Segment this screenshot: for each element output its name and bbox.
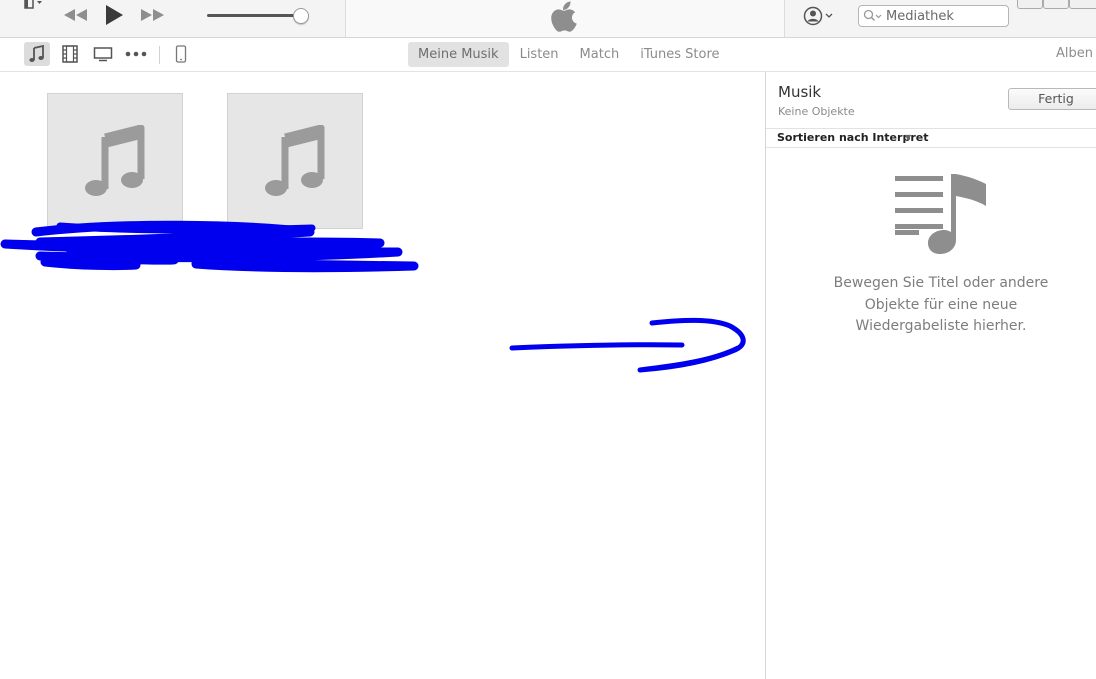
apple-logo-icon xyxy=(551,1,579,32)
panel-subtitle: Keine Objekte xyxy=(778,105,855,118)
music-note-placeholder-icon xyxy=(265,125,325,196)
navigation-bar: Meine Musik Listen Match iTunes Store Al… xyxy=(0,38,1096,72)
volume-slider[interactable] xyxy=(207,8,311,24)
playlist-music-icon xyxy=(894,172,990,256)
search-input[interactable] xyxy=(886,7,1004,25)
toolbar-divider xyxy=(159,46,160,64)
tab-match[interactable]: Match xyxy=(570,42,630,67)
view-selector[interactable]: Alben xyxy=(1056,46,1093,61)
volume-track[interactable] xyxy=(207,14,303,17)
volume-knob[interactable] xyxy=(293,8,309,24)
rewind-icon xyxy=(64,9,87,21)
player-toolbar xyxy=(0,0,1096,38)
album-tile[interactable] xyxy=(227,93,363,229)
movie-film-icon xyxy=(62,45,78,63)
account-button[interactable] xyxy=(803,5,837,27)
movies-media-button[interactable] xyxy=(57,42,83,66)
window-close-button[interactable] xyxy=(1069,0,1096,9)
play-icon xyxy=(106,5,123,25)
music-note-icon xyxy=(29,45,44,62)
fast-forward-button[interactable] xyxy=(138,2,166,28)
rewind-button[interactable] xyxy=(62,2,90,28)
done-button[interactable]: Fertig xyxy=(1008,88,1096,110)
device-button[interactable] xyxy=(168,42,194,66)
library-menu-icon[interactable] xyxy=(24,0,46,10)
empty-playlist-message: Bewegen Sie Titel oder andere Objekte fü… xyxy=(833,275,1049,334)
fast-forward-icon xyxy=(141,9,164,21)
playlist-editor-panel: Musik Keine Objekte Fertig Sortieren nac… xyxy=(765,72,1096,679)
album-grid xyxy=(26,72,765,679)
window-edge xyxy=(0,72,26,679)
search-icon xyxy=(863,9,882,22)
play-button[interactable] xyxy=(100,2,128,28)
search-box[interactable] xyxy=(858,5,1009,27)
window-maximize-button[interactable] xyxy=(1043,0,1069,9)
tv-media-button[interactable] xyxy=(90,42,116,66)
music-media-button[interactable] xyxy=(24,42,50,66)
window-minimize-button[interactable] xyxy=(1017,0,1043,9)
album-tile[interactable] xyxy=(47,93,183,229)
more-media-button[interactable] xyxy=(123,42,149,66)
panel-title: Musik xyxy=(778,83,822,101)
more-dots-icon xyxy=(125,51,147,57)
tab-my-music[interactable]: Meine Musik xyxy=(408,42,509,67)
caret-down-icon[interactable]: ▼ xyxy=(905,133,911,142)
tv-icon xyxy=(93,47,113,62)
tab-playlists[interactable]: Listen xyxy=(510,42,569,67)
iphone-device-icon xyxy=(175,45,187,63)
status-display xyxy=(345,0,785,37)
tab-itunes-store[interactable]: iTunes Store xyxy=(630,42,729,67)
library-tabs: Meine Musik Listen Match iTunes Store xyxy=(408,42,731,67)
music-note-placeholder-icon xyxy=(85,125,145,196)
account-icon xyxy=(803,6,833,26)
sort-selector[interactable]: Sortieren nach Interpret ▼ xyxy=(766,128,1096,148)
